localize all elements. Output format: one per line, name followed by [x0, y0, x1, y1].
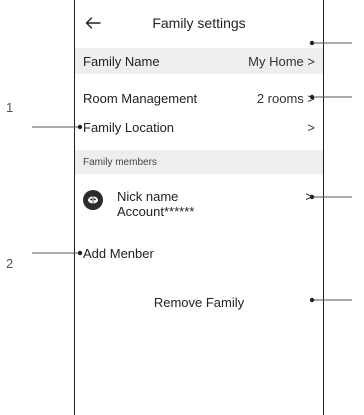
phone-screen: Family settings Family Name My Home > Ro…	[74, 0, 324, 415]
header: Family settings	[75, 12, 323, 36]
family-name-value: My Home >	[248, 53, 315, 69]
room-management-label: Room Management	[83, 90, 198, 106]
family-location-row[interactable]: Family Location >	[75, 115, 323, 139]
add-member-label: Add Menber	[83, 245, 154, 261]
room-management-row[interactable]: Room Management 2 rooms >	[75, 86, 323, 110]
family-members-section-header: Family members	[75, 150, 323, 174]
member-row[interactable]: Nick name Account****** >	[75, 186, 323, 226]
page-title: Family settings	[152, 15, 246, 31]
callout-number-2: 2	[6, 256, 14, 271]
add-member-button[interactable]: Add Menber	[75, 242, 323, 264]
family-name-label: Family Name	[83, 53, 160, 69]
user-avatar-icon	[83, 190, 103, 210]
family-location-label: Family Location	[83, 119, 175, 135]
room-management-value: 2 rooms >	[256, 90, 315, 106]
callout-number-1: 1	[6, 100, 14, 115]
chevron-right-icon: >	[305, 189, 313, 204]
family-members-title: Family members	[83, 156, 157, 168]
member-account: Account******	[117, 204, 195, 219]
member-name: Nick name	[117, 189, 179, 204]
family-name-row[interactable]: Family Name My Home >	[75, 48, 323, 74]
chevron-right-icon: >	[307, 119, 315, 135]
remove-family-button[interactable]: Remove Family	[75, 292, 323, 314]
